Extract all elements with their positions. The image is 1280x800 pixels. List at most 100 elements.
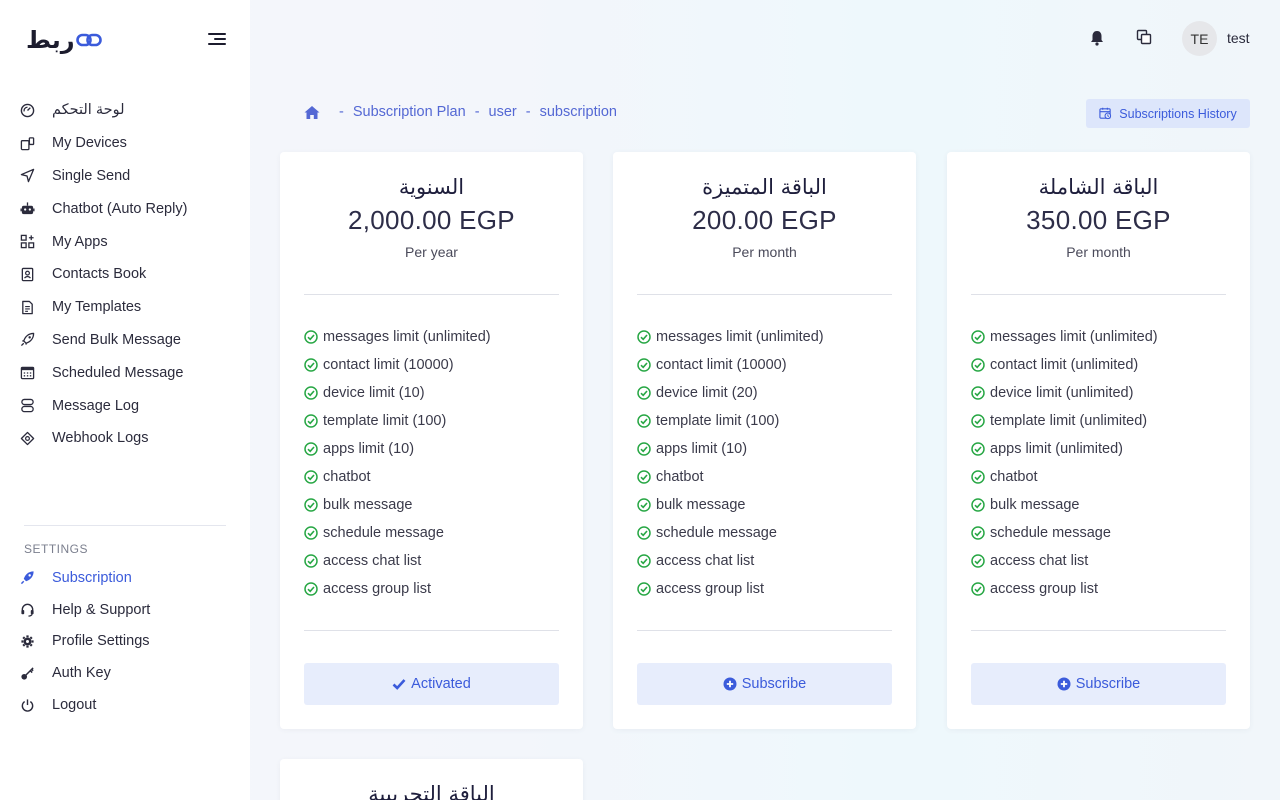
feature-item: schedule message	[637, 519, 824, 547]
breadcrumb-user[interactable]: user	[489, 104, 517, 120]
sidebar-item-contacts[interactable]: Contacts Book	[18, 258, 228, 291]
check-circle-icon	[637, 554, 651, 568]
feature-item: schedule message	[304, 519, 491, 547]
feature-label: contact limit (unlimited)	[990, 357, 1139, 373]
check-circle-icon	[971, 442, 985, 456]
feature-item: chatbot	[637, 463, 824, 491]
card-divider	[971, 630, 1226, 631]
card-divider	[304, 630, 559, 631]
sidebar-item-label: Profile Settings	[52, 633, 150, 650]
feature-label: apps limit (10)	[656, 441, 748, 457]
feature-label: device limit (unlimited)	[990, 385, 1134, 401]
sidebar: ربط لوحة التحكم My Devices Single Send C…	[0, 0, 250, 800]
check-circle-icon	[637, 498, 651, 512]
sidebar-divider	[24, 525, 226, 526]
brand-logo[interactable]: ربط	[26, 26, 102, 54]
apps-icon	[18, 233, 36, 251]
webhook-icon	[18, 429, 36, 447]
check-circle-icon	[971, 498, 985, 512]
plan-period: Per month	[732, 244, 797, 260]
sidebar-item-auth-key[interactable]: Auth Key	[18, 657, 228, 689]
plan-price: 350.00 EGP	[1026, 205, 1171, 235]
feature-item: messages limit (unlimited)	[304, 323, 491, 351]
sidebar-item-message-log[interactable]: Message Log	[18, 389, 228, 422]
check-icon	[392, 679, 406, 690]
check-circle-icon	[637, 386, 651, 400]
feature-list: messages limit (unlimited) contact limit …	[971, 323, 1158, 603]
check-circle-icon	[971, 414, 985, 428]
check-circle-icon	[304, 414, 318, 428]
headset-icon	[18, 601, 36, 619]
feature-item: messages limit (unlimited)	[971, 323, 1158, 351]
sidebar-item-label: Scheduled Message	[52, 364, 184, 381]
breadcrumb-subscription-plan[interactable]: Subscription Plan	[353, 104, 466, 120]
settings-nav: Subscription Help & Support Profile Sett…	[18, 562, 228, 721]
feature-item: apps limit (10)	[637, 435, 824, 463]
logo-text: ربط	[26, 26, 76, 54]
plus-circle-icon	[1057, 677, 1071, 691]
history-button-label: Subscriptions History	[1119, 106, 1237, 121]
check-circle-icon	[304, 582, 318, 596]
sidebar-item-logout[interactable]: Logout	[18, 689, 228, 721]
sidebar-item-dashboard[interactable]: لوحة التحكم	[18, 94, 228, 127]
activated-button[interactable]: Activated	[304, 663, 559, 705]
avatar[interactable]: TE	[1182, 21, 1217, 56]
sidebar-item-label: Subscription	[52, 569, 132, 586]
feature-label: bulk message	[990, 497, 1080, 513]
sidebar-item-apps[interactable]: My Apps	[18, 225, 228, 258]
feature-label: access chat list	[990, 553, 1089, 569]
sidebar-item-templates[interactable]: My Templates	[18, 291, 228, 324]
sidebar-item-help[interactable]: Help & Support	[18, 594, 228, 626]
sidebar-item-chatbot[interactable]: Chatbot (Auto Reply)	[18, 192, 228, 225]
feature-label: schedule message	[323, 525, 444, 541]
breadcrumb: - Subscription Plan - user - subscriptio…	[304, 104, 617, 120]
key-icon	[18, 664, 36, 682]
sidebar-item-label: Send Bulk Message	[52, 331, 181, 348]
home-icon[interactable]	[304, 105, 320, 120]
sidebar-item-subscription[interactable]: Subscription	[18, 562, 228, 594]
plan-title: الباقة التجريبية	[368, 782, 495, 800]
sidebar-item-profile-settings[interactable]: Profile Settings	[18, 626, 228, 658]
feature-item: contact limit (10000)	[637, 351, 824, 379]
subscriptions-history-button[interactable]: Subscriptions History	[1086, 99, 1250, 128]
sidebar-item-label: لوحة التحكم	[52, 102, 125, 119]
sidebar-item-scheduled[interactable]: Scheduled Message	[18, 356, 228, 389]
subscribe-button[interactable]: Subscribe	[637, 663, 892, 705]
feature-item: contact limit (10000)	[304, 351, 491, 379]
bell-icon[interactable]	[1089, 29, 1105, 47]
feature-label: device limit (10)	[323, 385, 425, 401]
plan-card-yearly: السنوية 2,000.00 EGP Per year messages l…	[280, 152, 583, 729]
plan-price: 2,000.00 EGP	[348, 205, 515, 235]
subscribe-button[interactable]: Subscribe	[971, 663, 1226, 705]
feature-label: messages limit (unlimited)	[990, 329, 1158, 345]
breadcrumb-separator: -	[339, 104, 344, 120]
check-circle-icon	[971, 470, 985, 484]
calendar-clock-icon	[1099, 107, 1112, 120]
dashboard-icon	[18, 101, 36, 119]
feature-item: device limit (10)	[304, 379, 491, 407]
breadcrumb-subscription[interactable]: subscription	[540, 104, 617, 120]
sidebar-item-label: Help & Support	[52, 601, 151, 618]
feature-label: contact limit (10000)	[656, 357, 787, 373]
windows-icon[interactable]	[1136, 29, 1152, 45]
sidebar-item-webhook[interactable]: Webhook Logs	[18, 422, 228, 455]
sidebar-item-label: Auth Key	[52, 665, 111, 682]
devices-icon	[18, 134, 36, 152]
button-label: Subscribe	[741, 676, 807, 692]
card-divider	[637, 294, 892, 295]
sidebar-item-devices[interactable]: My Devices	[18, 127, 228, 160]
sidebar-item-label: My Devices	[52, 135, 127, 152]
send-icon	[18, 167, 36, 185]
feature-label: messages limit (unlimited)	[323, 329, 491, 345]
sidebar-item-bulk[interactable]: Send Bulk Message	[18, 324, 228, 357]
username[interactable]: test	[1227, 30, 1250, 46]
check-circle-icon	[304, 470, 318, 484]
check-circle-icon	[637, 526, 651, 540]
feature-label: contact limit (10000)	[323, 357, 454, 373]
menu-toggle-icon[interactable]	[206, 30, 228, 48]
link-icon	[75, 33, 102, 47]
check-circle-icon	[304, 330, 318, 344]
feature-label: access chat list	[656, 553, 755, 569]
sidebar-item-single-send[interactable]: Single Send	[18, 160, 228, 193]
check-circle-icon	[971, 582, 985, 596]
